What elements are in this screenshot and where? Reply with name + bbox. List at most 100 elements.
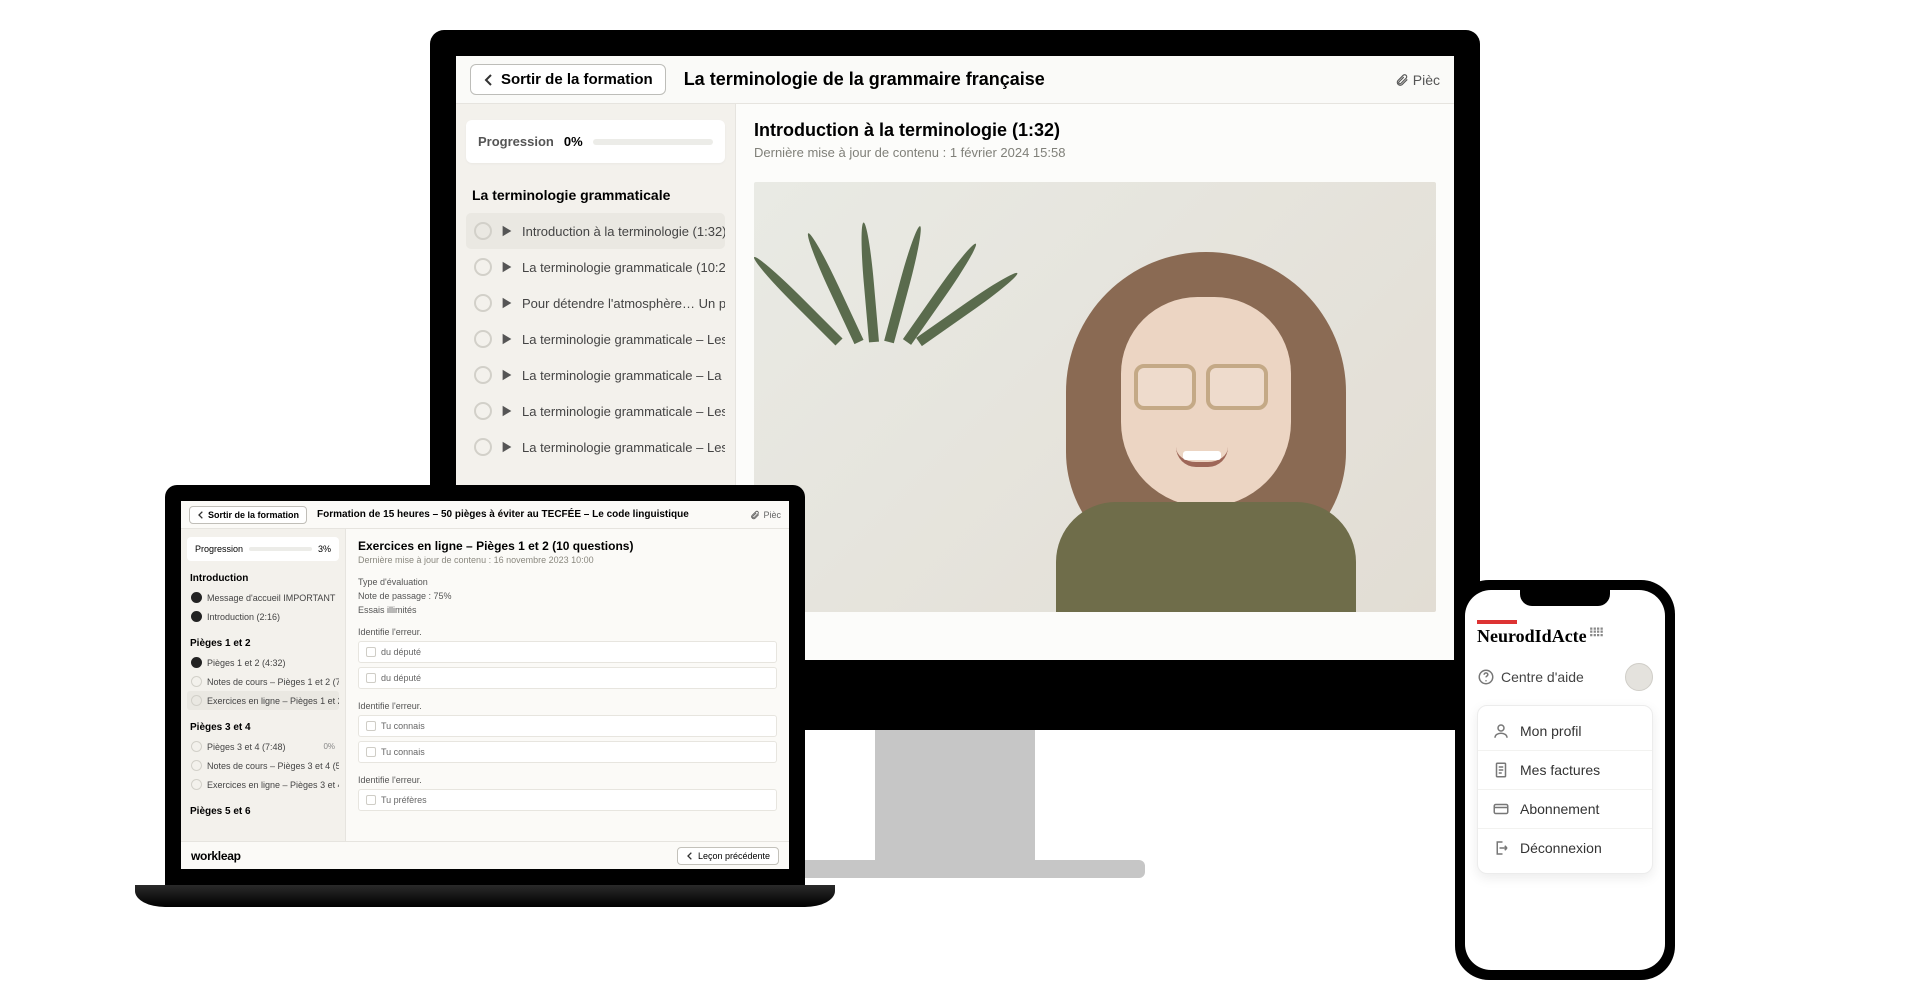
play-icon	[500, 224, 514, 238]
section-title: Pièges 1 et 2	[190, 638, 339, 649]
completion-bullet-icon	[191, 695, 202, 706]
menu-item-label: Mon profil	[1520, 723, 1581, 739]
phone-mock: NeurodIdActe⠿⠿ Centre d'aide Mon profil	[1455, 580, 1675, 980]
lesson-item-label: Introduction à la terminologie (1:32)	[522, 224, 725, 239]
lesson-item-label: Pour détendre l'atmosphère… Un p…	[522, 296, 725, 311]
attachments-link[interactable]: Pièc	[750, 510, 781, 520]
lesson-item[interactable]: La terminologie grammaticale – Les …	[466, 429, 725, 465]
lesson-item-label: Pièges 1 et 2 (4:32)	[207, 658, 286, 668]
lesson-item[interactable]: Notes de cours – Pièges 1 et 2 (7 pages)	[187, 672, 339, 691]
quiz-option[interactable]: Tu préfères	[358, 789, 777, 811]
workleap-logo: workleap	[191, 849, 241, 863]
lesson-item-label: Message d'accueil IMPORTANT	[207, 593, 335, 603]
lesson-item-label: Notes de cours – Pièges 1 et 2 (7 pages)	[207, 677, 339, 687]
progress-card: Progression 0%	[466, 120, 725, 163]
play-icon	[500, 440, 514, 454]
lesson-item[interactable]: Exercices en ligne – Pièges 1 et 2 (10 q…	[187, 691, 339, 710]
quiz-option[interactable]: Tu connais	[358, 715, 777, 737]
section-title: Pièges 5 et 6	[190, 806, 339, 817]
help-center-label: Centre d'aide	[1501, 669, 1584, 685]
completion-bullet-icon	[474, 222, 492, 240]
section-title: Pièges 3 et 4	[190, 722, 339, 733]
lesson-item[interactable]: La terminologie grammaticale – Les …	[466, 321, 725, 357]
completion-bullet-icon	[474, 258, 492, 276]
progress-value: 0%	[564, 134, 583, 149]
lesson-item[interactable]: Introduction à la terminologie (1:32)	[466, 213, 725, 249]
monitor-stand	[875, 730, 1035, 860]
completion-bullet-icon	[474, 330, 492, 348]
lesson-item[interactable]: Pièges 3 et 4 (7:48)0%	[187, 737, 339, 756]
account-menu: Mon profil Mes factures Abonnement	[1477, 705, 1653, 874]
menu-item-label: Mes factures	[1520, 762, 1600, 778]
paperclip-icon	[750, 510, 760, 520]
question-title: Identifie l'erreur.	[358, 701, 777, 711]
question-title: Identifie l'erreur.	[358, 627, 777, 637]
play-icon	[500, 296, 514, 310]
quiz-option[interactable]: du député	[358, 641, 777, 663]
exit-course-button[interactable]: Sortir de la formation	[470, 64, 666, 95]
avatar[interactable]	[1625, 663, 1653, 691]
exit-course-label: Sortir de la formation	[501, 71, 653, 88]
quiz-option[interactable]: Tu connais	[358, 741, 777, 763]
progress-card: Progression 3%	[187, 537, 339, 561]
lesson-video[interactable]	[754, 182, 1436, 612]
menu-item-label: Déconnexion	[1520, 840, 1602, 856]
completion-bullet-icon	[191, 741, 202, 752]
lesson-item[interactable]: La terminologie grammaticale (10:20)	[466, 249, 725, 285]
lesson-item[interactable]: La terminologie grammaticale – La p…	[466, 357, 725, 393]
quiz-option[interactable]: du député	[358, 667, 777, 689]
lesson-item-label: Pièges 3 et 4 (7:48)	[207, 742, 286, 752]
lesson-main: Exercices en ligne – Pièges 1 et 2 (10 q…	[346, 529, 789, 869]
lesson-item-label: Exercices en ligne – Pièges 3 et 4 (7 qu…	[207, 780, 339, 790]
quiz-meta-line: Type d'évaluation	[358, 577, 777, 587]
user-icon	[1492, 722, 1510, 740]
lesson-item-label: La terminologie grammaticale (10:20)	[522, 260, 725, 275]
completion-bullet-icon	[474, 294, 492, 312]
play-icon	[500, 260, 514, 274]
progress-label: Progression	[195, 544, 243, 554]
lesson-item-label: Introduction (2:16)	[207, 612, 280, 622]
lesson-item[interactable]: Introduction (2:16)	[187, 607, 339, 626]
attachments-link[interactable]: Pièc	[1395, 72, 1440, 88]
help-center-link[interactable]: Centre d'aide	[1477, 663, 1653, 691]
chevron-left-icon	[197, 511, 205, 519]
completion-bullet-icon	[474, 438, 492, 456]
menu-item-subscription[interactable]: Abonnement	[1478, 790, 1652, 829]
play-icon	[500, 404, 514, 418]
lesson-item-label: La terminologie grammaticale – Les …	[522, 404, 725, 419]
instructor-illustration	[1066, 252, 1346, 572]
lesson-item[interactable]: Message d'accueil IMPORTANT	[187, 588, 339, 607]
laptop-mock: Sortir de la formation Formation de 15 h…	[135, 485, 835, 907]
completion-bullet-icon	[474, 402, 492, 420]
lesson-item[interactable]: Pièges 1 et 2 (4:32)	[187, 653, 339, 672]
menu-item-invoices[interactable]: Mes factures	[1478, 751, 1652, 790]
lesson-item-label: Notes de cours – Pièges 3 et 4 (5 p.)	[207, 761, 339, 771]
lesson-item[interactable]: Pour détendre l'atmosphère… Un p…	[466, 285, 725, 321]
section-title: La terminologie grammaticale	[472, 187, 725, 203]
lesson-item[interactable]: La terminologie grammaticale – Les …	[466, 393, 725, 429]
course-footer: workleap Leçon précédente	[181, 841, 789, 869]
lesson-item-label: La terminologie grammaticale – Les …	[522, 440, 725, 455]
menu-item-profile[interactable]: Mon profil	[1478, 712, 1652, 751]
previous-lesson-button[interactable]: Leçon précédente	[677, 847, 779, 865]
lesson-heading: Introduction à la terminologie (1:32)	[754, 120, 1436, 141]
exit-course-button[interactable]: Sortir de la formation	[189, 506, 307, 524]
course-title: Formation de 15 heures – 50 pièges à évi…	[317, 509, 689, 520]
progress-label: Progression	[478, 134, 554, 149]
lesson-main: Introduction à la terminologie (1:32) De…	[736, 104, 1454, 660]
lesson-updated: Dernière mise à jour de contenu : 16 nov…	[358, 555, 777, 565]
menu-item-label: Abonnement	[1520, 801, 1599, 817]
lesson-item[interactable]: Notes de cours – Pièges 3 et 4 (5 p.)0%	[187, 756, 339, 775]
lesson-updated: Dernière mise à jour de contenu : 1 févr…	[754, 145, 1436, 160]
chevron-left-icon	[483, 74, 495, 86]
completion-bullet-icon	[191, 676, 202, 687]
section-title: Introduction	[190, 573, 339, 584]
completion-bullet-icon	[191, 592, 202, 603]
lesson-item[interactable]: Exercices en ligne – Pièges 3 et 4 (7 qu…	[187, 775, 339, 794]
document-icon	[1492, 761, 1510, 779]
completion-bullet-icon	[191, 611, 202, 622]
course-title: La terminologie de la grammaire français…	[684, 69, 1045, 90]
logout-icon	[1492, 839, 1510, 857]
menu-item-logout[interactable]: Déconnexion	[1478, 829, 1652, 867]
progress-value: 3%	[318, 544, 331, 554]
